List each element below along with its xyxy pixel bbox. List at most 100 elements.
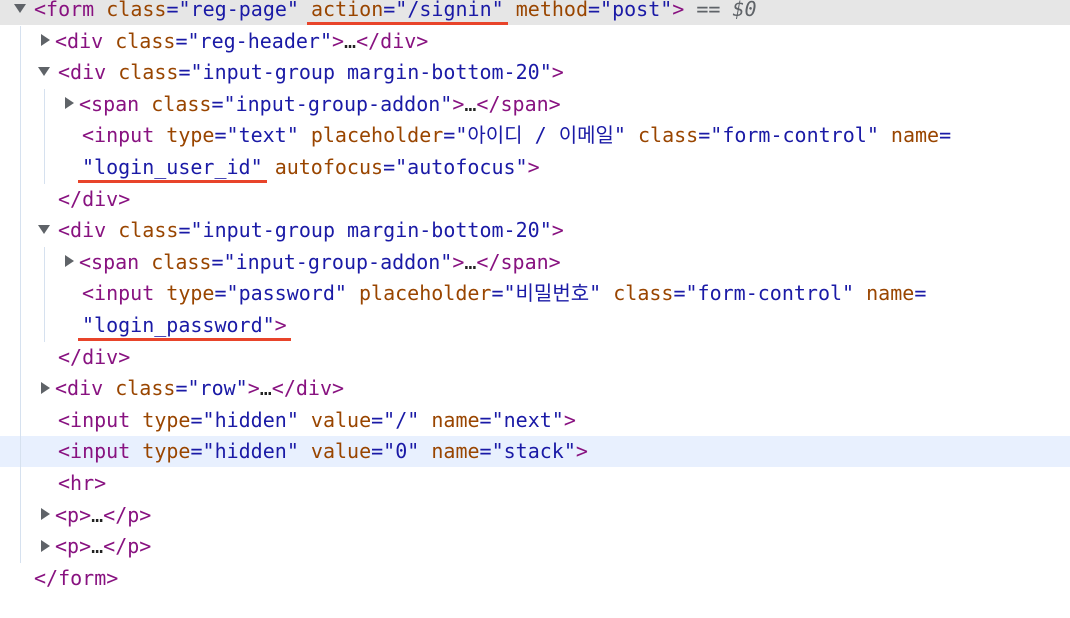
dom-node-content: </div> [38, 342, 130, 373]
attribute-value: input-group-addon [235, 249, 441, 274]
attribute-punctuation: =" [214, 281, 239, 306]
dom-node-line[interactable]: "login_password"> [0, 310, 1070, 341]
dom-node-content: <div class="reg-header">…</div> [38, 26, 428, 57]
attribute-name: class [115, 376, 176, 401]
attribute-value: reg-header [199, 28, 320, 53]
attribute-name: action [311, 0, 384, 21]
tag-name: > [575, 439, 588, 464]
tag-name: <input [82, 123, 155, 148]
collapsed-triangle-icon[interactable] [65, 255, 74, 268]
attribute-value: form-control [697, 281, 843, 306]
dom-node-line[interactable]: <span class="input-group-addon">…</span> [0, 247, 1070, 278]
attribute-punctuation: = [939, 123, 952, 148]
attribute-punctuation: " [334, 281, 347, 306]
expanded-triangle-icon[interactable] [38, 67, 50, 77]
collapsed-triangle-icon[interactable] [41, 381, 50, 394]
attribute-punctuation: " [842, 281, 855, 306]
dom-node-line[interactable]: <div class="row">…</div> [0, 373, 1070, 404]
collapsed-triangle-icon[interactable] [41, 508, 50, 521]
dom-node-content: "login_password"> [62, 310, 287, 341]
expanded-triangle-icon[interactable] [38, 225, 50, 235]
dom-node-line[interactable]: <div class="reg-header">…</div> [0, 26, 1070, 57]
tag-name: </div> [58, 344, 131, 369]
attribute-value: login_user_id [94, 155, 251, 179]
attribute-punctuation: " [539, 218, 552, 243]
code-text: … [259, 376, 272, 401]
collapsed-triangle-icon[interactable] [65, 97, 74, 110]
attribute-punctuation: =" [211, 249, 236, 274]
dom-node-line[interactable]: <hr> [0, 468, 1070, 499]
annotation-underline [78, 180, 267, 183]
selected-node-marker: == [684, 0, 733, 21]
dom-node-line[interactable]: </form> [0, 563, 1070, 594]
console-reference: $0 [732, 0, 757, 21]
elements-tree: <form class="reg-page" action="/signin" … [0, 0, 1070, 618]
attribute-name: class [151, 91, 212, 116]
attribute-name: value [310, 407, 372, 432]
attribute-punctuation: " [660, 0, 673, 21]
dom-node-line[interactable]: "login_user_id" autofocus="autofocus"> [0, 152, 1070, 183]
dom-node-line[interactable]: <input type="text" placeholder="아이디 / 이메… [0, 120, 1070, 151]
attribute-name: class [613, 281, 674, 306]
dom-node-line[interactable]: <div class="input-group margin-bottom-20… [0, 215, 1070, 246]
attribute-punctuation: " [515, 155, 528, 179]
attribute-punctuation: " [319, 28, 332, 53]
dom-node-line[interactable]: <input type="hidden" value="/" name="nex… [0, 405, 1070, 436]
attribute-punctuation: =" [175, 376, 200, 401]
attribute-punctuation: " [250, 155, 263, 179]
dom-node-line[interactable]: <input type="hidden" value="0" name="sta… [0, 436, 1070, 468]
code-text: … [91, 502, 104, 527]
attribute-name: type [142, 439, 191, 464]
indent-guide [44, 88, 45, 184]
attribute-value: password [238, 281, 335, 306]
attribute-value: 아이디 / 이메일 [467, 123, 614, 148]
attribute-punctuation: " [286, 439, 299, 464]
attribute-punctuation: " [286, 0, 299, 21]
attribute-punctuation: =" [214, 123, 239, 148]
indent-guide [44, 246, 45, 342]
code-text: … [344, 28, 357, 53]
attribute-value: next [503, 407, 552, 432]
tag-name: > [274, 313, 287, 337]
attribute-punctuation: =" [166, 0, 191, 21]
tag-name: <p> [55, 502, 92, 527]
attribute-punctuation: =" [673, 281, 698, 306]
code-text: … [464, 91, 477, 116]
tag-name: <hr> [58, 471, 107, 495]
collapsed-triangle-icon[interactable] [41, 539, 50, 552]
tag-name: > [551, 60, 564, 85]
attribute-name: class [115, 28, 176, 53]
tag-name: <div [58, 218, 107, 243]
dom-node-line[interactable]: <div class="input-group margin-bottom-20… [0, 57, 1070, 88]
dom-node-line[interactable]: </div> [0, 184, 1070, 215]
dom-node-line[interactable]: <form class="reg-page" action="/signin" … [0, 0, 1070, 25]
collapsed-triangle-icon[interactable] [41, 34, 50, 47]
dom-node-line[interactable]: </div> [0, 342, 1070, 373]
attribute-value: input-group margin-bottom-20 [202, 60, 540, 85]
attribute-value: /signin [407, 0, 492, 21]
tag-name: </div> [58, 186, 131, 211]
dom-node-line[interactable]: <input type="password" placeholder="비밀번호… [0, 278, 1070, 309]
dom-node-content: <p>…</p> [38, 531, 151, 562]
attribute-punctuation: " [407, 439, 420, 464]
tag-name: > [452, 91, 465, 116]
attribute-name: autofocus [274, 155, 384, 179]
dom-node-line[interactable]: <p>…</p> [0, 531, 1070, 562]
expanded-triangle-icon[interactable] [14, 4, 26, 13]
dom-node-line[interactable]: <p>…</p> [0, 500, 1070, 531]
attribute-name: class [151, 249, 212, 274]
dom-node-line[interactable]: <span class="input-group-addon">…</span> [0, 89, 1070, 120]
attribute-punctuation: " [491, 0, 504, 21]
attribute-punctuation: " [613, 123, 626, 148]
attribute-name: placeholder [358, 281, 492, 306]
attribute-value: 0 [395, 439, 408, 464]
